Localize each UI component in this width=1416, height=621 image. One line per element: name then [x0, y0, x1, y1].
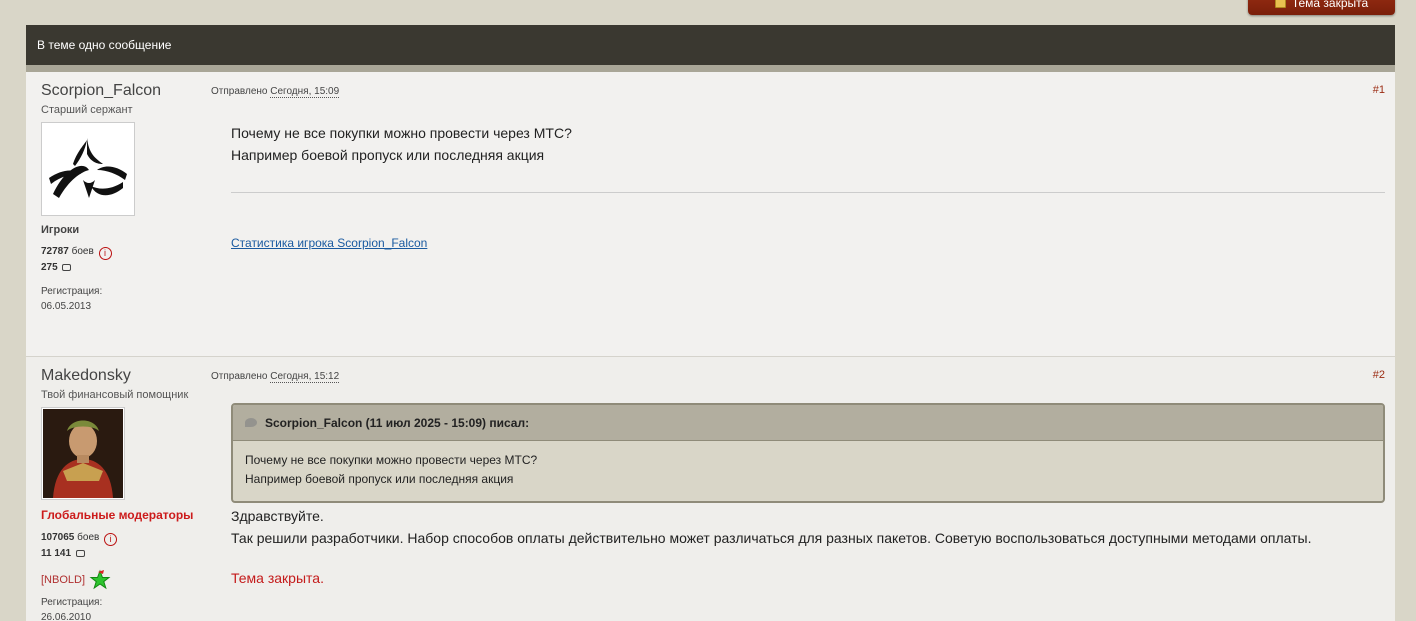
posted-label: Отправлено — [211, 371, 268, 382]
post-line: Здравствуйте. — [231, 508, 324, 524]
posted-date: Сегодня, 15:09 — [270, 86, 340, 98]
registration: Регистрация: 26.06.2010 — [41, 595, 211, 621]
post-date: Отправлено Сегодня, 15:12 — [211, 371, 340, 383]
posted-label: Отправлено — [211, 86, 268, 97]
comment-icon — [75, 550, 85, 557]
author-group: Игроки — [41, 224, 80, 236]
clan-emblem-icon — [89, 569, 111, 590]
scorpion-avatar-image — [43, 124, 133, 214]
author-panel: Scorpion_Falcon Старший сержант Игроки 7… — [41, 82, 211, 314]
author-group: Глобальные модераторы — [41, 508, 194, 522]
info-icon[interactable]: i — [98, 247, 112, 260]
posts-count: 11 141 — [41, 548, 72, 559]
quote-body: Почему не все покупки можно провести чер… — [233, 441, 1383, 499]
avatar[interactable] — [41, 407, 125, 500]
topic-closed-button[interactable]: Тема закрыта — [1248, 0, 1395, 15]
quote-block: Scorpion_Falcon (11 июл 2025 - 15:09) пи… — [231, 403, 1385, 503]
clan-tag: [NBOLD] — [41, 569, 211, 591]
clan-name[interactable]: [NBOLD] — [41, 574, 85, 586]
post-line: Например боевой пропуск или последняя ак… — [231, 147, 545, 163]
quote-icon — [245, 418, 257, 427]
signature-divider — [231, 192, 1385, 193]
emperor-avatar-image — [43, 409, 123, 498]
avatar[interactable] — [41, 122, 135, 216]
post-2: Makedonsky Твой финансовый помощник Глоб… — [26, 357, 1395, 621]
lock-icon — [1274, 0, 1286, 8]
author-rank: Твой финансовый помощник — [41, 389, 189, 401]
post-1: Scorpion_Falcon Старший сержант Игроки 7… — [26, 72, 1395, 356]
post-line: Почему не все покупки можно провести чер… — [231, 125, 572, 141]
post-body: Здравствуйте. Так решили разработчики. Н… — [231, 505, 1312, 549]
topic-count-label: В теме одно сообщение — [37, 38, 172, 52]
posts-count: 275 — [41, 262, 58, 273]
battles-label: боев — [71, 246, 94, 257]
topic-header-divider — [26, 65, 1395, 72]
topic-closed-notice: Тема закрыта. — [231, 570, 324, 586]
topic-header-bar: В теме одно сообщение — [26, 25, 1395, 65]
topic-closed-label: Тема закрыта — [1291, 0, 1369, 10]
comment-icon — [62, 264, 72, 271]
author-name[interactable]: Makedonsky — [41, 367, 211, 385]
quote-line: Например боевой пропуск или последняя ак… — [245, 472, 514, 486]
registration-label: Регистрация: — [41, 597, 103, 608]
post-number-link[interactable]: #2 — [1373, 369, 1385, 381]
post-line: Так решили разработчики. Набор способов … — [231, 530, 1312, 546]
player-stats-link[interactable]: Статистика игрока Scorpion_Falcon — [231, 236, 427, 250]
author-name[interactable]: Scorpion_Falcon — [41, 82, 211, 100]
registration-date: 26.06.2010 — [41, 612, 92, 621]
registration: Регистрация: 06.05.2013 — [41, 284, 211, 314]
post-number-link[interactable]: #1 — [1373, 84, 1385, 96]
quote-header: Scorpion_Falcon (11 июл 2025 - 15:09) пи… — [233, 405, 1383, 441]
author-panel: Makedonsky Твой финансовый помощник Глоб… — [41, 367, 211, 621]
registration-label: Регистрация: — [41, 286, 103, 297]
post-date: Отправлено Сегодня, 15:09 — [211, 86, 340, 98]
quote-line: Почему не все покупки можно провести чер… — [245, 453, 538, 467]
info-icon[interactable]: i — [104, 533, 118, 546]
registration-date: 06.05.2013 — [41, 301, 92, 312]
battles-count: 107065 — [41, 532, 75, 543]
posted-date: Сегодня, 15:12 — [270, 371, 340, 383]
post-body: Почему не все покупки можно провести чер… — [231, 122, 572, 166]
author-stats: 107065 боев i 11 141 — [41, 530, 211, 561]
author-rank: Старший сержант — [41, 104, 133, 116]
battles-count: 72787 — [41, 246, 69, 257]
battles-label: боев — [77, 532, 100, 543]
quote-author: Scorpion_Falcon (11 июл 2025 - 15:09) пи… — [265, 415, 530, 430]
author-stats: 72787 боев i 275 — [41, 244, 211, 275]
